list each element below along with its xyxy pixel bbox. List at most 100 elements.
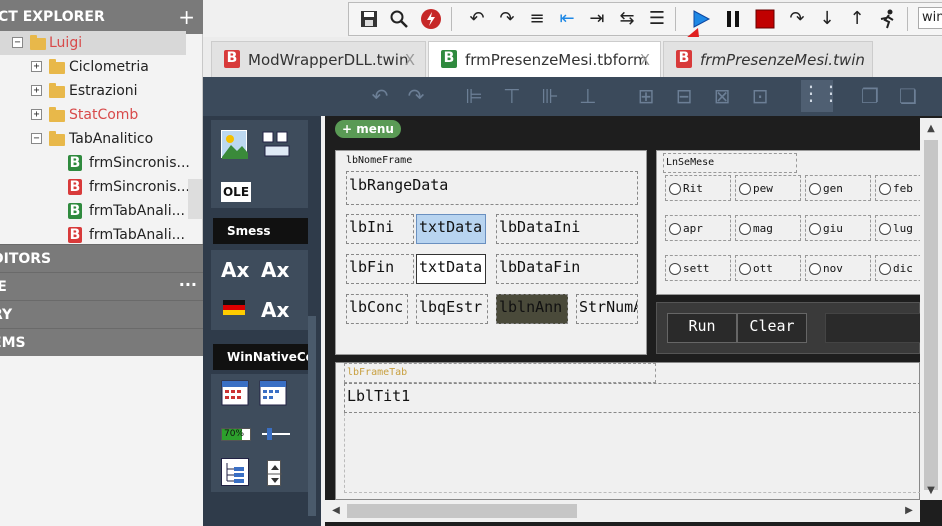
align-left-icon[interactable]: ⊫ (461, 83, 487, 109)
treeview-icon[interactable] (221, 458, 249, 486)
outdent-icon[interactable]: ⇤ (553, 5, 581, 33)
search-icon[interactable] (385, 5, 413, 33)
scroll-thumb[interactable] (347, 504, 577, 518)
scroll-up-icon[interactable]: ▲ (924, 122, 938, 136)
radio-month[interactable]: mag (735, 215, 801, 241)
tab-frmpresenzemesi-tbform[interactable]: B frmPresenzeMesi.tbform X (428, 41, 661, 78)
same-height-icon[interactable]: ⊡ (747, 83, 773, 109)
label-lbfin[interactable]: lbFin (346, 254, 414, 284)
undo-icon[interactable]: ↶ (463, 5, 491, 33)
datepicker-icon[interactable] (259, 380, 287, 406)
scroll-down-icon[interactable]: ▼ (924, 484, 938, 498)
tree-item-ciclometria[interactable]: + Ciclometria (0, 55, 186, 79)
tab-frmpresenzemesi-twin[interactable]: B frmPresenzeMesi.twin (663, 41, 873, 77)
tree-item-form[interactable]: B frmSincronis... (0, 175, 202, 219)
align-top-icon[interactable]: ⊤ (499, 83, 525, 109)
calendar-icon[interactable] (221, 380, 249, 406)
activex-control-icon[interactable]: Ax (261, 298, 289, 322)
section-smess[interactable]: Smess (213, 218, 308, 244)
frame-lbnomeframe[interactable]: lbNomeFrame lbRangeData lbIni txtData lb… (335, 150, 647, 355)
label-lblnann[interactable]: lblnAnn (496, 294, 568, 324)
step-into-icon[interactable]: ↓ (813, 5, 841, 33)
close-icon[interactable]: X (405, 42, 415, 78)
label-lbqestr[interactable]: lbqEstr (416, 294, 488, 324)
horizontal-scrollbar[interactable]: ◀ ▶ (325, 500, 920, 522)
close-icon[interactable]: X (640, 42, 650, 78)
redo-icon[interactable]: ↷ (403, 83, 429, 109)
search-input[interactable]: win (918, 7, 942, 29)
collapse-icon[interactable]: − (12, 37, 23, 48)
step-out-icon[interactable]: ↑ (843, 5, 871, 33)
tree-item-luigi[interactable]: − Luigi (0, 31, 186, 55)
menu-button[interactable]: + menu (335, 120, 401, 138)
section-ems[interactable]: EMS (0, 328, 203, 356)
activex-control-icon[interactable]: Ax (261, 258, 289, 282)
vertical-scrollbar[interactable]: ▲ ▼ (920, 118, 942, 500)
listbox-icon[interactable] (261, 130, 291, 158)
align-lines-icon[interactable]: ≡ (523, 5, 551, 33)
bring-front-icon[interactable]: ❐ (857, 83, 883, 109)
collapse-icon[interactable]: − (31, 133, 42, 144)
section-ry[interactable]: RY (0, 300, 203, 328)
tree-item-form[interactable]: B frmTabAnali... (0, 199, 186, 223)
section-ie[interactable]: IE··· (0, 272, 203, 300)
label-lbconc[interactable]: lbConc (346, 294, 408, 324)
center-vertical-icon[interactable]: ⊟ (671, 83, 697, 109)
section-winnativecon[interactable]: WinNativeCon (213, 344, 308, 370)
step-over-icon[interactable]: ↷ (783, 5, 811, 33)
radio-month[interactable]: pew (735, 175, 801, 201)
palette-scrollbar[interactable] (308, 316, 316, 516)
textbox-txtdata-fin[interactable]: txtData (416, 254, 486, 284)
save-icon[interactable] (355, 5, 383, 33)
lightning-icon[interactable] (417, 5, 445, 33)
add-icon[interactable]: + (178, 0, 195, 34)
section-editors[interactable]: DITORS (0, 244, 203, 272)
pause-icon[interactable] (719, 5, 747, 33)
radio-month[interactable]: apr (665, 215, 731, 241)
scroll-thumb[interactable] (924, 140, 938, 490)
radio-month[interactable]: gen (805, 175, 871, 201)
label-lbdatafin[interactable]: lbDataFin (496, 254, 638, 284)
align-right-icon[interactable]: ⊪ (537, 83, 563, 109)
frame-lnsemese[interactable]: LnSeMese Rit pew gen feb apr mag giu lug… (656, 150, 941, 295)
slider-icon[interactable] (261, 426, 291, 442)
activex-control-icon[interactable]: Ax (221, 258, 249, 282)
tree-item-estrazioni[interactable]: + Estrazioni (0, 79, 186, 103)
tree-item-statcomb[interactable]: + StatComb (0, 103, 186, 127)
frame-lbframetab[interactable]: lbFrameTab LblTit1 (335, 362, 921, 500)
radio-month[interactable]: nov (805, 255, 871, 281)
textbox-txtdata-ini[interactable]: txtData (416, 214, 486, 244)
redo-icon[interactable]: ↷ (493, 5, 521, 33)
scroll-right-icon[interactable]: ▶ (902, 504, 916, 518)
send-back-icon[interactable]: ❏ (895, 83, 921, 109)
radio-month[interactable]: ott (735, 255, 801, 281)
updown-icon[interactable] (267, 460, 282, 486)
expand-icon[interactable]: + (31, 109, 42, 120)
run-button[interactable]: Run (667, 313, 737, 343)
radio-month[interactable]: Rit (665, 175, 731, 201)
radio-month[interactable]: sett (665, 255, 731, 281)
radio-month[interactable]: giu (805, 215, 871, 241)
flag-control-icon[interactable] (223, 298, 245, 318)
progressbar-icon[interactable]: 70% (221, 428, 251, 441)
run-to-cursor-icon[interactable] (873, 5, 901, 33)
grid-icon[interactable]: ⋮⋮ (801, 80, 841, 112)
scroll-left-icon[interactable]: ◀ (329, 504, 343, 518)
label-lbdataini[interactable]: lbDataIni (496, 214, 638, 244)
label-strnuma[interactable]: StrNumA (576, 294, 638, 324)
expand-icon[interactable]: + (31, 61, 42, 72)
more-icon[interactable]: ··· (179, 271, 197, 299)
label-lbrangedata[interactable]: lbRangeData (346, 171, 638, 205)
stop-icon[interactable] (751, 5, 779, 33)
tab-modwrapperdll[interactable]: B ModWrapperDLL.twin X (211, 41, 426, 77)
undo-icon[interactable]: ↶ (367, 83, 393, 109)
image-control-icon[interactable] (221, 130, 248, 159)
tree-item-tabanalitico[interactable]: − TabAnalitico (0, 127, 186, 151)
center-horizontal-icon[interactable]: ⊞ (633, 83, 659, 109)
align-bottom-icon[interactable]: ⊥ (575, 83, 601, 109)
clear-button[interactable]: Clear (737, 313, 807, 343)
expand-icon[interactable]: + (31, 85, 42, 96)
label-lbltit1[interactable]: LblTit1 (344, 383, 921, 413)
comment-icon[interactable]: ⇆ (613, 5, 641, 33)
label-lbini[interactable]: lbIni (346, 214, 414, 244)
